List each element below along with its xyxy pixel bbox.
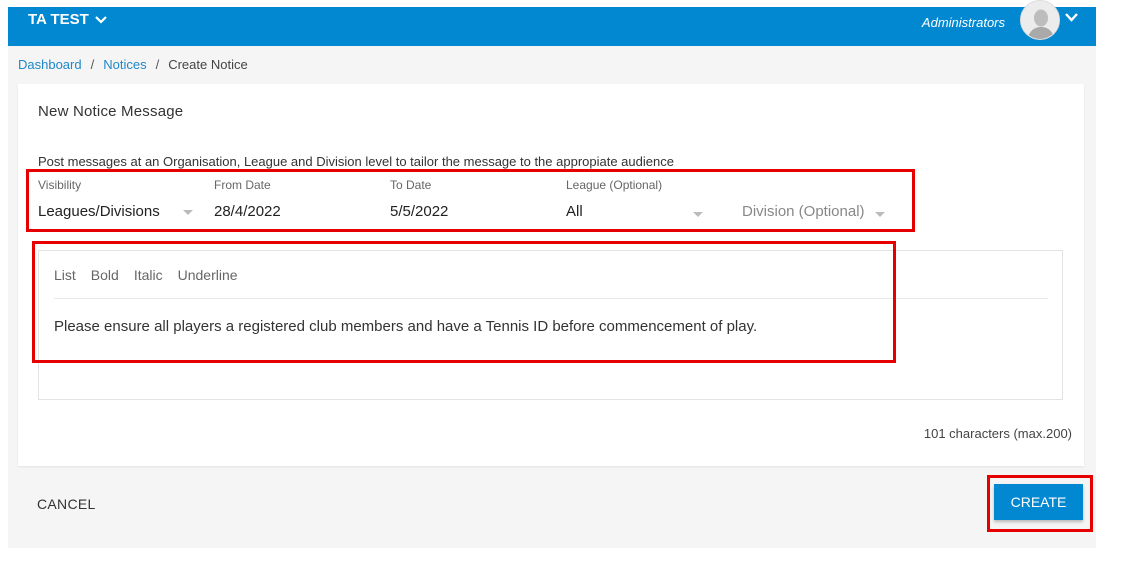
dropdown-arrow-icon [693,212,703,217]
chevron-down-icon [1065,13,1078,22]
to-date-label: To Date [390,178,432,192]
user-menu-toggle[interactable] [1065,13,1078,22]
visibility-label: Visibility [38,178,82,192]
create-button[interactable]: CREATE [994,484,1083,520]
breadcrumb-notices[interactable]: Notices [103,57,146,72]
from-date-label: From Date [214,178,271,192]
to-date-field[interactable]: To Date 5/5/2022 [390,178,540,223]
page-title: New Notice Message [38,103,184,120]
character-counter: 101 characters (max.200) [923,426,1072,441]
user-role: Administrators [921,15,1005,30]
app-shell: TA TEST Administrators Dashboard / Notices… [8,0,1096,548]
italic-button[interactable]: Italic [134,267,163,283]
user-avatar-icon [1021,1,1059,39]
breadcrumb-current: Create Notice [168,57,248,72]
breadcrumb-dashboard[interactable]: Dashboard [18,57,82,72]
from-date-field[interactable]: From Date 28/4/2022 [214,178,364,223]
dropdown-arrow-icon [875,212,885,217]
cancel-button[interactable]: CANCEL [37,496,96,512]
message-editor[interactable]: List Bold Italic Underline Please ensure… [38,250,1063,400]
visibility-value: Leagues/Divisions [38,203,160,220]
top-bar: TA TEST Administrators [8,0,1096,46]
league-select[interactable]: League (Optional) All [566,178,716,223]
list-button[interactable]: List [54,267,76,283]
chevron-down-icon [95,15,107,24]
org-name: TA TEST [28,11,89,28]
editor-toolbar: List Bold Italic Underline [54,267,238,283]
notice-form-card: New Notice Message Post messages at an O… [18,84,1084,466]
divider [54,298,1048,299]
division-select[interactable]: Division (Optional) [742,178,892,223]
underline-button[interactable]: Underline [178,267,238,283]
bold-button[interactable]: Bold [91,267,119,283]
breadcrumb-separator: / [90,57,95,72]
message-text[interactable]: Please ensure all players a registered c… [54,318,757,335]
dropdown-arrow-icon [183,210,193,215]
avatar[interactable] [1020,0,1060,40]
league-label: League (Optional) [566,178,663,192]
league-value: All [566,203,583,220]
breadcrumb-separator: / [155,57,160,72]
org-switcher[interactable]: TA TEST [28,11,107,28]
visibility-select[interactable]: Visibility Leagues/Divisions [38,178,193,223]
division-placeholder: Division (Optional) [742,203,865,220]
from-date-value: 28/4/2022 [214,203,281,220]
form-description: Post messages at an Organisation, League… [38,154,674,169]
to-date-value: 5/5/2022 [390,203,449,220]
breadcrumb: Dashboard / Notices / Create Notice [18,57,248,72]
